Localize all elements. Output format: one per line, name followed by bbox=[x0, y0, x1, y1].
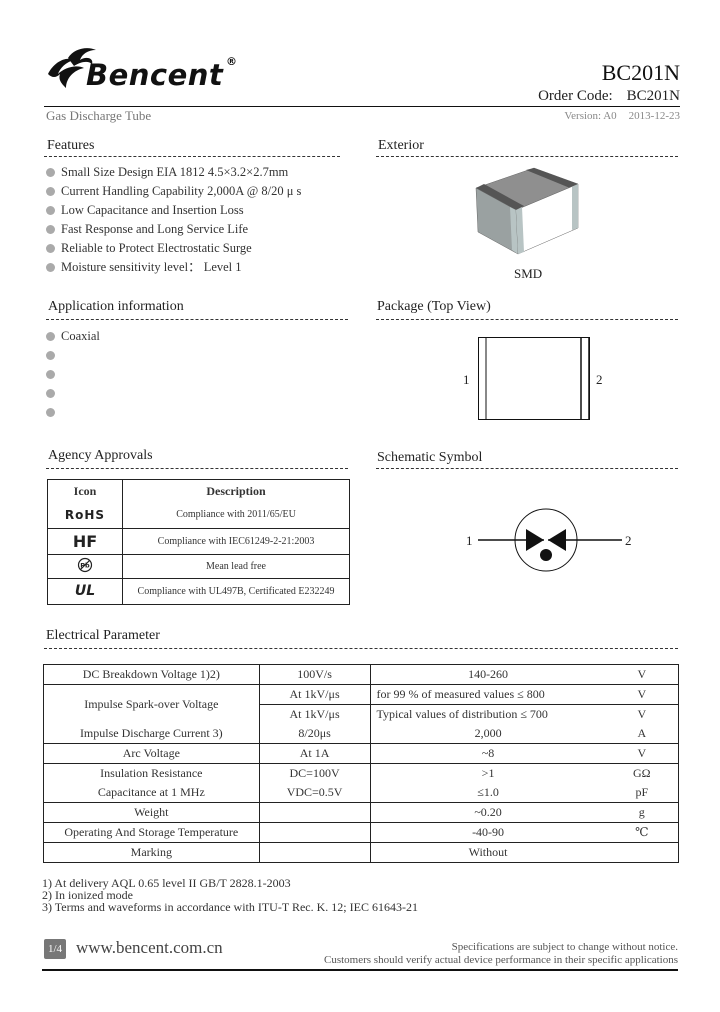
electrical-title: Electrical Parameter bbox=[46, 628, 160, 643]
footer-divider bbox=[42, 969, 678, 971]
schematic-title: Schematic Symbol bbox=[377, 450, 483, 465]
schematic-pin-2: 2 bbox=[625, 533, 632, 548]
exterior-divider bbox=[376, 156, 678, 157]
feature-item: Fast Response and Long Service Life bbox=[46, 220, 301, 239]
param-row: Arc Voltage At 1A ~8 V bbox=[43, 743, 679, 764]
page-number: 1/4 bbox=[44, 939, 66, 959]
application-item bbox=[46, 346, 100, 365]
pb-free-icon: Pb bbox=[47, 553, 123, 579]
schematic-divider bbox=[376, 468, 678, 469]
order-code-label: Order Code: bbox=[538, 88, 613, 104]
feature-item: Small Size Design EIA 1812 4.5×3.2×2.7mm bbox=[46, 163, 301, 182]
agency-approvals-table: Icon Description RoHS Compliance with 20… bbox=[47, 479, 350, 605]
package-pin-1: 1 bbox=[463, 372, 470, 387]
bullet-icon bbox=[46, 225, 55, 234]
param-row: Weight ~0.20 g bbox=[43, 802, 679, 823]
bullet-icon bbox=[46, 244, 55, 253]
feature-item: Moisture sensitivity level： Level 1 bbox=[46, 258, 301, 277]
bullet-icon bbox=[46, 408, 55, 417]
feature-item: Reliable to Protect Electrostatic Surge bbox=[46, 239, 301, 258]
agency-divider bbox=[46, 468, 348, 469]
agency-description: Mean lead free bbox=[122, 553, 350, 579]
agency-title: Agency Approvals bbox=[48, 448, 153, 463]
application-item: Coaxial bbox=[46, 327, 100, 346]
ul-icon: UL bbox=[47, 577, 123, 605]
gas-discharge-tube-symbol-icon bbox=[478, 508, 622, 572]
agency-description: Compliance with 2011/65/EU bbox=[122, 502, 350, 529]
param-row: Operating And Storage Temperature -40-90… bbox=[43, 822, 679, 843]
part-number-title: BC201N bbox=[601, 60, 680, 85]
package-pin-2: 2 bbox=[596, 372, 603, 387]
agency-row: HF Compliance with IEC61249-2-21:2003 bbox=[47, 527, 350, 555]
rohs-icon: RoHS bbox=[47, 502, 123, 529]
bullet-icon bbox=[46, 206, 55, 215]
param-row: Impulse Spark-over Voltage At 1kV/μs for… bbox=[43, 684, 679, 724]
agency-header-description: Description bbox=[122, 479, 350, 502]
electrical-parameter-table: DC Breakdown Voltage 1)2) 100V/s 140-260… bbox=[43, 664, 679, 863]
feature-item: Current Handling Capability 2,000A @ 8/2… bbox=[46, 182, 301, 201]
application-item bbox=[46, 365, 100, 384]
svg-text:Pb: Pb bbox=[80, 561, 90, 569]
agency-row: UL Compliance with UL497B, Certificated … bbox=[47, 577, 350, 605]
agency-header-icon: Icon bbox=[47, 479, 123, 502]
header-divider bbox=[44, 106, 680, 107]
bullet-icon bbox=[46, 187, 55, 196]
agency-description: Compliance with UL497B, Certificated E23… bbox=[122, 577, 350, 605]
bullet-icon bbox=[46, 332, 55, 341]
version: Version: A0 bbox=[564, 110, 617, 122]
version-info: Version: A0 2013-12-23 bbox=[564, 110, 680, 122]
param-row: Insulation Resistance DC=100V >1 GΩ bbox=[43, 763, 679, 783]
param-row: Marking Without bbox=[43, 842, 679, 863]
agency-description: Compliance with IEC61249-2-21:2003 bbox=[122, 527, 350, 555]
footnotes: 1) At delivery AQL 0.65 level II GB/T 28… bbox=[42, 877, 418, 913]
agency-header-row: Icon Description bbox=[47, 479, 350, 502]
footnote: 3) Terms and waveforms in accordance wit… bbox=[42, 900, 418, 914]
application-title: Application information bbox=[48, 299, 184, 314]
schematic-pin-1: 1 bbox=[466, 533, 473, 548]
website-link[interactable]: www.bencent.com.cn bbox=[76, 938, 223, 958]
application-item bbox=[46, 384, 100, 403]
agency-row: RoHS Compliance with 2011/65/EU bbox=[47, 502, 350, 529]
param-row: DC Breakdown Voltage 1)2) 100V/s 140-260… bbox=[43, 664, 679, 685]
features-list: Small Size Design EIA 1812 4.5×3.2×2.7mm… bbox=[46, 163, 301, 277]
application-item bbox=[46, 403, 100, 422]
hf-icon: HF bbox=[47, 527, 123, 555]
order-code: Order Code: BC201N bbox=[538, 88, 680, 105]
brand-name: Bencent bbox=[86, 58, 224, 92]
bullet-icon bbox=[46, 263, 55, 272]
disclaimer: Specifications are subject to change wit… bbox=[323, 941, 678, 966]
product-type: Gas Discharge Tube bbox=[46, 108, 152, 123]
smd-component-icon bbox=[475, 167, 579, 255]
exterior-caption: SMD bbox=[514, 266, 543, 281]
features-divider bbox=[44, 156, 340, 157]
param-row: Impulse Discharge Current 3) 8/20μs 2,00… bbox=[43, 724, 679, 744]
features-title: Features bbox=[47, 138, 95, 153]
application-list: Coaxial bbox=[46, 327, 100, 422]
order-code-value: BC201N bbox=[626, 88, 680, 104]
package-divider bbox=[376, 319, 678, 320]
release-date: 2013-12-23 bbox=[628, 110, 680, 122]
bullet-icon bbox=[46, 370, 55, 379]
package-title: Package (Top View) bbox=[377, 299, 491, 314]
param-row: Capacitance at 1 MHz VDC=0.5V ≤1.0 pF bbox=[43, 783, 679, 803]
registered-mark: ® bbox=[226, 55, 237, 68]
bullet-icon bbox=[46, 351, 55, 360]
application-divider bbox=[46, 319, 348, 320]
agency-row: Pb Mean lead free bbox=[47, 553, 350, 579]
exterior-title: Exterior bbox=[378, 138, 424, 153]
bullet-icon bbox=[46, 168, 55, 177]
feature-item: Low Capacitance and Insertion Loss bbox=[46, 201, 301, 220]
electrical-divider bbox=[44, 648, 678, 649]
package-top-view-diagram bbox=[478, 337, 590, 420]
bullet-icon bbox=[46, 389, 55, 398]
